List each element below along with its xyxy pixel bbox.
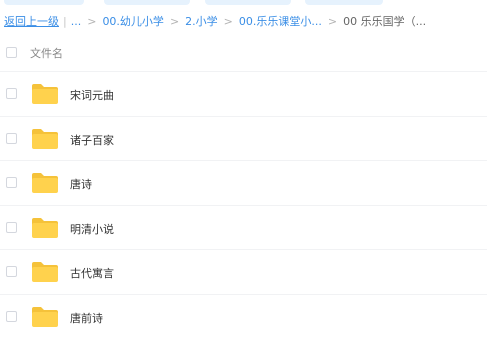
breadcrumb-divider: | (63, 14, 67, 28)
breadcrumb: 返回上一级 | ... > 00.幼儿小学 > 2.小学 > 00.乐乐课堂小.… (4, 12, 426, 30)
filename-column-header[interactable]: 文件名 (30, 45, 63, 61)
breadcrumb-item-youer-xiaoxue[interactable]: 00.幼儿小学 (102, 13, 164, 29)
file-name[interactable]: 唐诗 (70, 176, 92, 192)
back-link[interactable]: 返回上一级 (4, 13, 59, 29)
toolbar-button-edge[interactable] (104, 0, 190, 5)
breadcrumb-separator: > (87, 14, 97, 28)
breadcrumb-item-lele-ketang[interactable]: 00.乐乐课堂小... (239, 13, 322, 29)
file-name[interactable]: 明清小说 (70, 221, 114, 237)
file-row[interactable]: 宋词元曲 (0, 71, 487, 115)
row-checkbox[interactable] (6, 177, 17, 189)
breadcrumb-separator: > (223, 14, 233, 28)
breadcrumb-item-xiaoxue[interactable]: 2.小学 (185, 13, 218, 29)
file-row[interactable]: 唐诗 (0, 160, 487, 204)
file-row[interactable]: 唐前诗 (0, 294, 487, 338)
select-all-checkbox[interactable] (6, 47, 17, 58)
folder-icon (32, 173, 58, 194)
breadcrumb-separator: > (327, 14, 338, 28)
folder-icon (32, 262, 58, 283)
row-checkbox[interactable] (6, 311, 17, 322)
toolbar-button-edge[interactable] (205, 0, 291, 5)
file-row[interactable]: 古代寓言 (0, 249, 487, 293)
file-name[interactable]: 唐前诗 (70, 310, 103, 326)
breadcrumb-current: 00 乐乐国学（... (343, 15, 427, 28)
breadcrumb-ellipsis[interactable]: ... (71, 15, 82, 28)
file-row[interactable]: 明清小说 (0, 204, 487, 249)
file-list-header: 文件名 (0, 40, 487, 65)
row-checkbox[interactable] (6, 266, 17, 278)
toolbar-button-edge[interactable] (305, 0, 383, 5)
row-checkbox[interactable] (6, 221, 17, 233)
file-row[interactable]: 诸子百家 (0, 115, 487, 160)
folder-icon (32, 128, 58, 149)
toolbar-button-edge[interactable] (4, 0, 84, 5)
top-toolbar-edge (0, 0, 487, 6)
folder-icon (32, 217, 58, 238)
file-name[interactable]: 诸子百家 (70, 132, 114, 148)
file-name[interactable]: 古代寓言 (70, 265, 114, 281)
file-name[interactable]: 宋词元曲 (70, 87, 114, 103)
folder-icon (32, 307, 58, 327)
breadcrumb-separator: > (169, 14, 180, 28)
folder-icon (32, 84, 58, 104)
row-checkbox[interactable] (6, 88, 17, 99)
row-checkbox[interactable] (6, 132, 17, 144)
